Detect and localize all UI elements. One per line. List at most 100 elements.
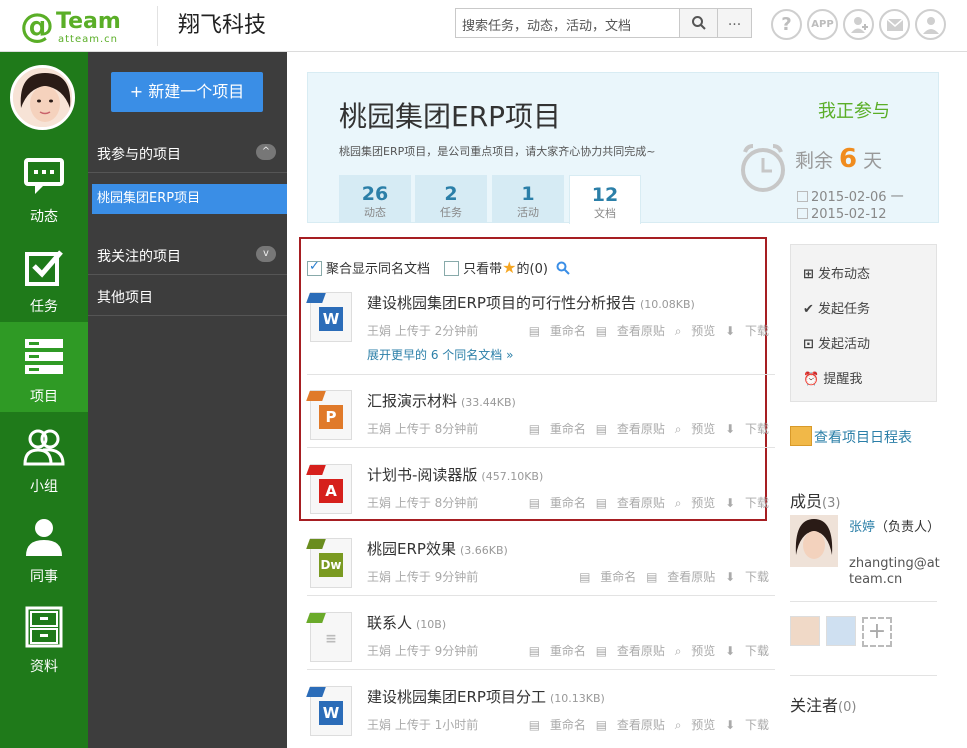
view-post-button[interactable]: ▤ 查看原贴	[596, 324, 665, 338]
rename-button[interactable]: ▤ 重命名	[529, 496, 586, 510]
ppt-doc-icon[interactable]: P	[306, 390, 352, 440]
document-title[interactable]: 桃园ERP效果 (3.66KB)	[367, 538, 508, 559]
search-icon[interactable]	[556, 261, 570, 275]
text-doc-icon[interactable]: ≡	[306, 612, 352, 662]
tab-tasks[interactable]: 2 任务	[415, 175, 487, 223]
word-doc-icon[interactable]: W	[306, 686, 352, 736]
view-post-button[interactable]: ▤ 查看原贴	[646, 570, 715, 584]
add-user-icon[interactable]	[843, 9, 874, 40]
sidebar-divider	[88, 315, 287, 316]
avatar[interactable]	[10, 65, 75, 130]
create-activity-button[interactable]: ⊡ 发起活动	[803, 333, 870, 352]
nav-tasks[interactable]: 任务	[0, 232, 88, 322]
tab-dynamics[interactable]: 26 动态	[339, 175, 411, 223]
dreamweaver-doc-icon[interactable]: Dw	[306, 538, 352, 588]
expand-followed-projects-icon[interactable]: v	[256, 246, 276, 262]
document-title[interactable]: 联系人 (10B)	[367, 612, 446, 633]
app-icon[interactable]: APP	[807, 9, 838, 40]
download-button[interactable]: ⬇ 下载	[725, 718, 769, 732]
create-task-button[interactable]: ✔ 发起任务	[803, 298, 870, 317]
atteam-logo[interactable]: @ Team atteam.cn	[20, 6, 138, 48]
rename-label: 重命名	[549, 422, 586, 436]
document-title-text[interactable]: 桃园ERP效果	[367, 540, 456, 558]
rename-button[interactable]: ▤ 重命名	[529, 644, 586, 658]
members-count: (3)	[822, 496, 841, 511]
preview-button[interactable]: ⌕ 预览	[675, 496, 716, 510]
nav-colleagues[interactable]: 同事	[0, 502, 88, 592]
participation-status[interactable]: 我正参与	[818, 97, 890, 123]
search-button[interactable]	[680, 8, 718, 38]
other-projects-heading[interactable]: 其他项目	[97, 287, 153, 307]
document-title[interactable]: 汇报演示材料 (33.44KB)	[367, 390, 516, 411]
nav-projects[interactable]: 项目	[0, 322, 88, 412]
merge-docs-checkbox[interactable]	[307, 259, 322, 276]
my-projects-heading[interactable]: 我参与的项目	[97, 144, 181, 164]
view-schedule-link[interactable]: 查看项目日程表	[790, 426, 912, 447]
help-icon[interactable]: ?	[771, 9, 802, 40]
rename-button[interactable]: ▤ 重命名	[579, 570, 636, 584]
rename-button[interactable]: ▤ 重命名	[529, 422, 586, 436]
project-title: 桃园集团ERP项目	[339, 100, 562, 133]
pdf-doc-icon[interactable]: A	[306, 464, 352, 514]
mail-icon[interactable]	[879, 9, 910, 40]
word-doc-icon[interactable]: W	[306, 292, 352, 342]
document-title-text[interactable]: 汇报演示材料	[367, 392, 457, 410]
view-post-button[interactable]: ▤ 查看原贴	[596, 644, 665, 658]
sidebar-item-taoyuan-erp[interactable]: 桃园集团ERP项目	[92, 184, 287, 214]
task-check-icon: ✔	[803, 302, 814, 317]
starred-only-checkbox[interactable]	[444, 261, 460, 276]
document-title-text[interactable]: 联系人	[367, 614, 412, 632]
download-button[interactable]: ⬇ 下载	[725, 324, 769, 338]
remind-me-button[interactable]: ⏰ 提醒我	[803, 368, 862, 387]
user-icon[interactable]	[915, 9, 946, 40]
download-button[interactable]: ⬇ 下载	[725, 570, 769, 584]
nav-groups[interactable]: 小组	[0, 412, 88, 502]
project-description: 桃园集团ERP项目，是公司重点项目，请大家齐心协力共同完成~	[339, 145, 656, 158]
colleague-icon	[26, 519, 62, 556]
starred-only-suffix[interactable]: 的(0)	[517, 262, 548, 277]
view-post-button[interactable]: ▤ 查看原贴	[596, 422, 665, 436]
document-title[interactable]: 计划书-阅读器版 (457.10KB)	[367, 464, 543, 485]
preview-button[interactable]: ⌕ 预览	[675, 422, 716, 436]
new-project-button[interactable]: + 新建一个项目	[111, 72, 263, 112]
starred-only-prefix[interactable]: 只看带	[463, 262, 502, 277]
member-avatar-small[interactable]	[790, 616, 820, 646]
search-icon	[691, 16, 706, 30]
download-label: 下载	[744, 422, 769, 436]
member-name-text[interactable]: 张婷	[849, 520, 875, 535]
member-avatar-small[interactable]	[826, 616, 856, 646]
expand-older-versions-link[interactable]: 展开更早的 6 个同名文档 »	[367, 346, 513, 363]
preview-button[interactable]: ⌕ 预览	[675, 644, 716, 658]
member-avatar[interactable]	[790, 515, 838, 567]
document-title-text[interactable]: 计划书-阅读器版	[367, 466, 477, 484]
sidebar-divider	[88, 172, 287, 173]
document-title[interactable]: 建设桃园集团ERP项目分工 (10.13KB)	[367, 686, 605, 707]
document-title-text[interactable]: 建设桃园集团ERP项目的可行性分析报告	[367, 294, 636, 312]
rename-button[interactable]: ▤ 重命名	[529, 718, 586, 732]
merge-docs-label[interactable]: 聚合显示同名文档	[326, 262, 430, 277]
post-update-label: 发布动态	[818, 267, 871, 282]
tab-activities[interactable]: 1 活动	[492, 175, 564, 223]
rename-button[interactable]: ▤ 重命名	[529, 324, 586, 338]
remain-suffix: 天	[863, 150, 883, 172]
document-title-text[interactable]: 建设桃园集团ERP项目分工	[367, 688, 546, 706]
preview-button[interactable]: ⌕ 预览	[675, 324, 716, 338]
followed-projects-heading[interactable]: 我关注的项目	[97, 246, 181, 266]
download-button[interactable]: ⬇ 下载	[725, 422, 769, 436]
search-more-button[interactable]: ...	[718, 8, 752, 38]
post-update-button[interactable]: ⊞ 发布动态	[803, 263, 870, 282]
collapse-my-projects-icon[interactable]: ^	[256, 144, 276, 160]
search-input[interactable]: 搜索任务，动态，活动，文档	[455, 8, 680, 38]
download-button[interactable]: ⬇ 下载	[725, 496, 769, 510]
nav-files[interactable]: 资料	[0, 592, 88, 682]
view-post-button[interactable]: ▤ 查看原贴	[596, 718, 665, 732]
member-name[interactable]: 张婷（负责人）	[849, 516, 940, 535]
preview-button[interactable]: ⌕ 预览	[675, 718, 716, 732]
download-button[interactable]: ⬇ 下载	[725, 644, 769, 658]
nav-dynamics[interactable]: 动态	[0, 142, 88, 232]
document-title[interactable]: 建设桃园集团ERP项目的可行性分析报告 (10.08KB)	[367, 292, 695, 313]
add-member-icon[interactable]: +	[862, 617, 892, 647]
view-post-button[interactable]: ▤ 查看原贴	[596, 496, 665, 510]
tab-documents[interactable]: 12 文档	[569, 175, 641, 224]
document-item: W 建设桃园集团ERP项目分工 (10.13KB) 王娟 上传于 1小时前 ▤ 重…	[306, 686, 769, 736]
